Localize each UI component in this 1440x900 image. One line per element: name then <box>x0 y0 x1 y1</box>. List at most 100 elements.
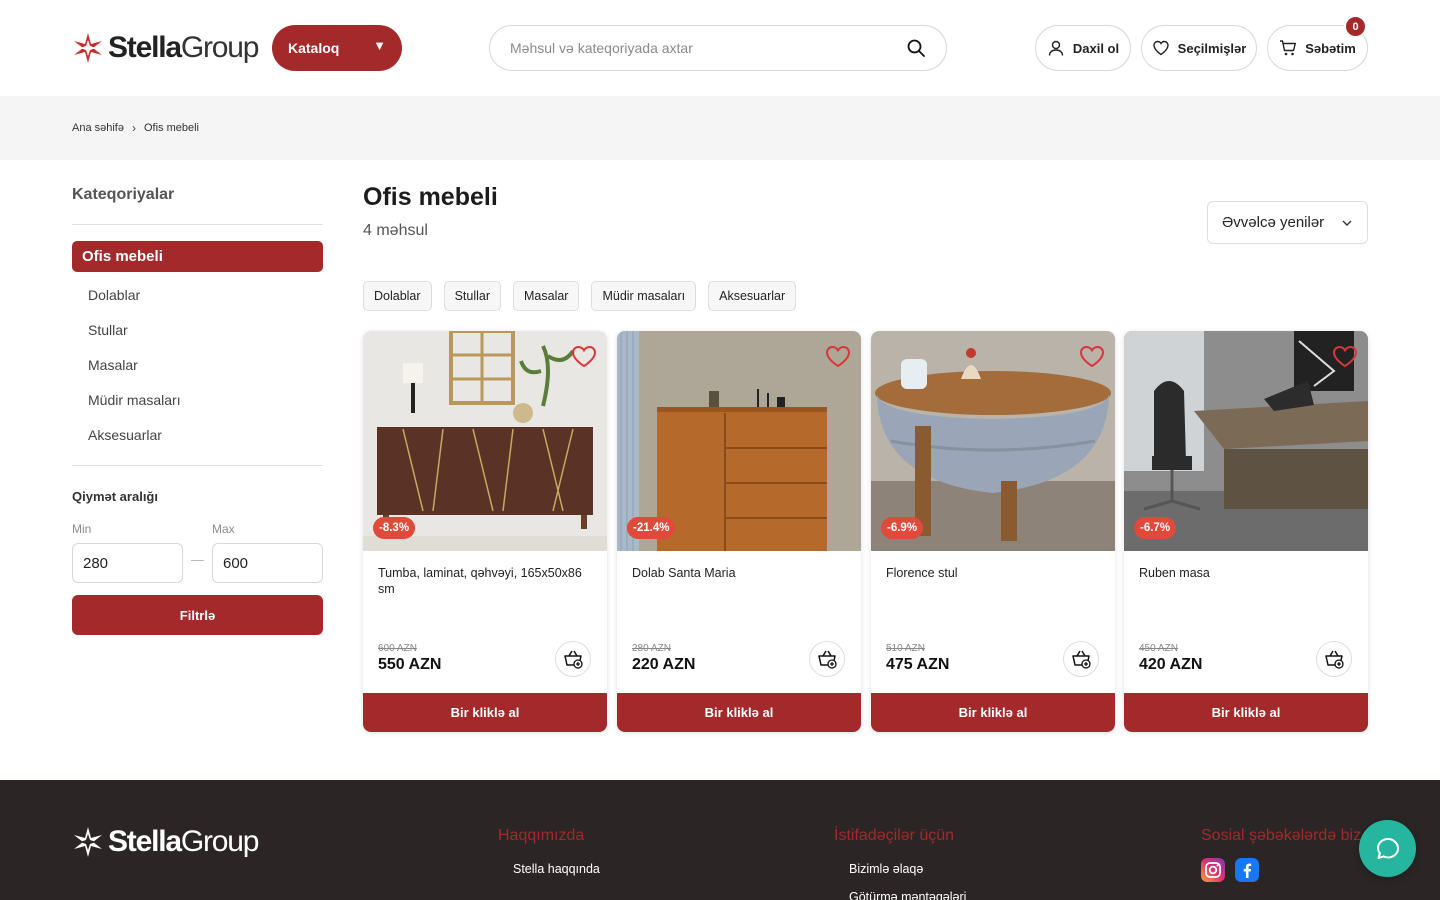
breadcrumb-current: Ofis mebeli <box>143 122 200 134</box>
old-price: 450 AZN <box>1139 643 1178 654</box>
login-label: Daxil ol <box>1072 40 1120 56</box>
price-max-input[interactable] <box>212 543 323 583</box>
price-range-title: Qiymət aralığı <box>72 489 158 504</box>
buy-now-button[interactable]: Bir kliklə al <box>871 693 1115 732</box>
footer-link-about[interactable]: Stella haqqında <box>513 862 600 876</box>
product-card[interactable]: -6.9% Florence stul 510 AZN 475 AZN Bir … <box>871 331 1115 732</box>
facebook-icon[interactable] <box>1235 858 1259 882</box>
catalog-label: Kataloq <box>288 40 340 56</box>
current-price: 475 AZN <box>886 656 950 673</box>
chevron-right-icon: › <box>131 121 136 135</box>
chip-stullar[interactable]: Stullar <box>443 281 501 311</box>
favorites-label: Seçilmişlər <box>1177 40 1247 56</box>
add-to-cart-button[interactable] <box>555 641 591 677</box>
chat-bubble-icon <box>1376 837 1399 859</box>
current-price: 220 AZN <box>632 656 696 673</box>
sidebar-item-dolablar[interactable]: Dolablar <box>88 277 323 312</box>
sidebar-item-active[interactable]: Ofis mebeli <box>72 241 323 272</box>
page-title: Ofis mebeli <box>363 183 498 211</box>
cart-label: Səbətim <box>1305 40 1356 56</box>
footer-logo[interactable]: StellaGroup <box>72 825 260 858</box>
product-card[interactable]: -6.7% Ruben masa 450 AZN 420 AZN Bir kli… <box>1124 331 1368 732</box>
product-count: 4 məhsul <box>363 222 428 239</box>
sort-dropdown[interactable]: Əvvəlcə yenilər <box>1207 201 1368 244</box>
old-price: 510 AZN <box>886 643 925 654</box>
footer-social-title: Sosial şəbəkələrdə biz <box>1201 827 1362 844</box>
add-to-cart-button[interactable] <box>1063 641 1099 677</box>
heart-icon <box>1152 40 1169 56</box>
price-min-label: Min <box>72 522 92 536</box>
basket-plus-icon <box>564 650 583 669</box>
user-icon <box>1048 40 1064 56</box>
sidebar-item-mudir-masalari[interactable]: Müdir masaları <box>88 382 323 417</box>
current-price: 420 AZN <box>1139 656 1203 673</box>
sort-label: Əvvəlcə yenilər <box>1222 214 1325 231</box>
favorite-heart-icon[interactable] <box>1332 345 1358 369</box>
discount-badge: -8.3% <box>373 517 416 539</box>
buy-now-button[interactable]: Bir kliklə al <box>363 693 607 732</box>
add-to-cart-button[interactable] <box>1316 641 1352 677</box>
footer-link-contact[interactable]: Bizimlə əlaqə <box>849 862 923 876</box>
stella-logo-icon <box>74 33 102 63</box>
site-footer: StellaGroup Haqqımızda Stella haqqında İ… <box>0 780 1440 900</box>
footer-users-title: İstifadəçilər üçün <box>834 827 955 844</box>
footer-about-title: Haqqımızda <box>498 827 585 844</box>
basket-plus-icon <box>1072 650 1091 669</box>
sidebar-item-stullar[interactable]: Stullar <box>88 312 323 347</box>
product-name[interactable]: Dolab Santa Maria <box>632 565 848 581</box>
add-to-cart-button[interactable] <box>809 641 845 677</box>
discount-badge: -6.9% <box>881 517 924 539</box>
cart-icon <box>1280 40 1297 56</box>
discount-badge: -21.4% <box>627 517 676 539</box>
search-input[interactable] <box>510 40 906 56</box>
logo-text-light: Group <box>180 31 260 64</box>
footer-logo-text-bold: Stella <box>108 825 182 858</box>
old-price: 600 AZN <box>378 643 417 654</box>
current-price: 550 AZN <box>378 656 442 673</box>
breadcrumb: Ana səhifə › Ofis mebeli <box>72 121 199 135</box>
footer-link-pickup[interactable]: Götürmə məntəqələri <box>849 890 966 900</box>
sidebar-item-aksesuarlar[interactable]: Aksesuarlar <box>88 417 323 452</box>
product-name[interactable]: Ruben masa <box>1139 565 1355 581</box>
buy-now-button[interactable]: Bir kliklə al <box>1124 693 1368 732</box>
site-logo[interactable]: StellaGroup <box>72 28 260 68</box>
basket-plus-icon <box>1325 650 1344 669</box>
instagram-icon[interactable] <box>1201 858 1225 882</box>
sidebar-item-masalar[interactable]: Masalar <box>88 347 323 382</box>
chip-dolablar[interactable]: Dolablar <box>363 281 432 311</box>
breadcrumb-home[interactable]: Ana səhifə <box>72 122 124 134</box>
favorite-heart-icon[interactable] <box>825 345 851 369</box>
logo-text-bold: Stella <box>108 31 182 64</box>
old-price: 280 AZN <box>632 643 671 654</box>
product-card[interactable]: -8.3% Tumba, laminat, qəhvəyi, 165x50x86… <box>363 331 607 732</box>
divider <box>72 465 323 466</box>
product-name[interactable]: Tumba, laminat, qəhvəyi, 165x50x86 sm <box>378 565 594 597</box>
chevron-down-icon <box>1342 220 1352 226</box>
chip-mudir-masalari[interactable]: Müdir masaları <box>591 281 697 311</box>
sidebar-category-list: Dolablar Stullar Masalar Müdir masaları … <box>88 277 323 452</box>
favorite-heart-icon[interactable] <box>571 345 597 369</box>
footer-logo-text-light: Group <box>180 825 260 858</box>
site-header: StellaGroup Kataloq ▼ Daxil ol Seçilmişl… <box>0 0 1440 96</box>
catalog-button[interactable]: Kataloq ▼ <box>272 25 402 71</box>
discount-badge: -6.7% <box>1134 517 1177 539</box>
price-max-label: Max <box>212 522 235 536</box>
favorite-heart-icon[interactable] <box>1079 345 1105 369</box>
buy-now-button[interactable]: Bir kliklə al <box>617 693 861 732</box>
chat-button[interactable] <box>1359 820 1416 877</box>
chip-masalar[interactable]: Masalar <box>513 281 580 311</box>
caret-down-icon: ▼ <box>373 38 386 53</box>
login-button[interactable]: Daxil ol <box>1035 25 1131 71</box>
product-name[interactable]: Florence stul <box>886 565 1102 581</box>
search-icon[interactable] <box>906 38 926 58</box>
cart-count-badge: 0 <box>1344 15 1367 38</box>
range-separator <box>191 560 204 561</box>
favorites-button[interactable]: Seçilmişlər <box>1141 25 1257 71</box>
filter-button[interactable]: Filtrlə <box>72 595 323 635</box>
divider <box>72 224 323 225</box>
chip-aksesuarlar[interactable]: Aksesuarlar <box>708 281 797 311</box>
product-card[interactable]: -21.4% Dolab Santa Maria 280 AZN 220 AZN… <box>617 331 861 732</box>
stella-logo-icon <box>74 827 102 857</box>
breadcrumb-bar: Ana səhifə › Ofis mebeli <box>0 96 1440 160</box>
price-min-input[interactable] <box>72 543 183 583</box>
